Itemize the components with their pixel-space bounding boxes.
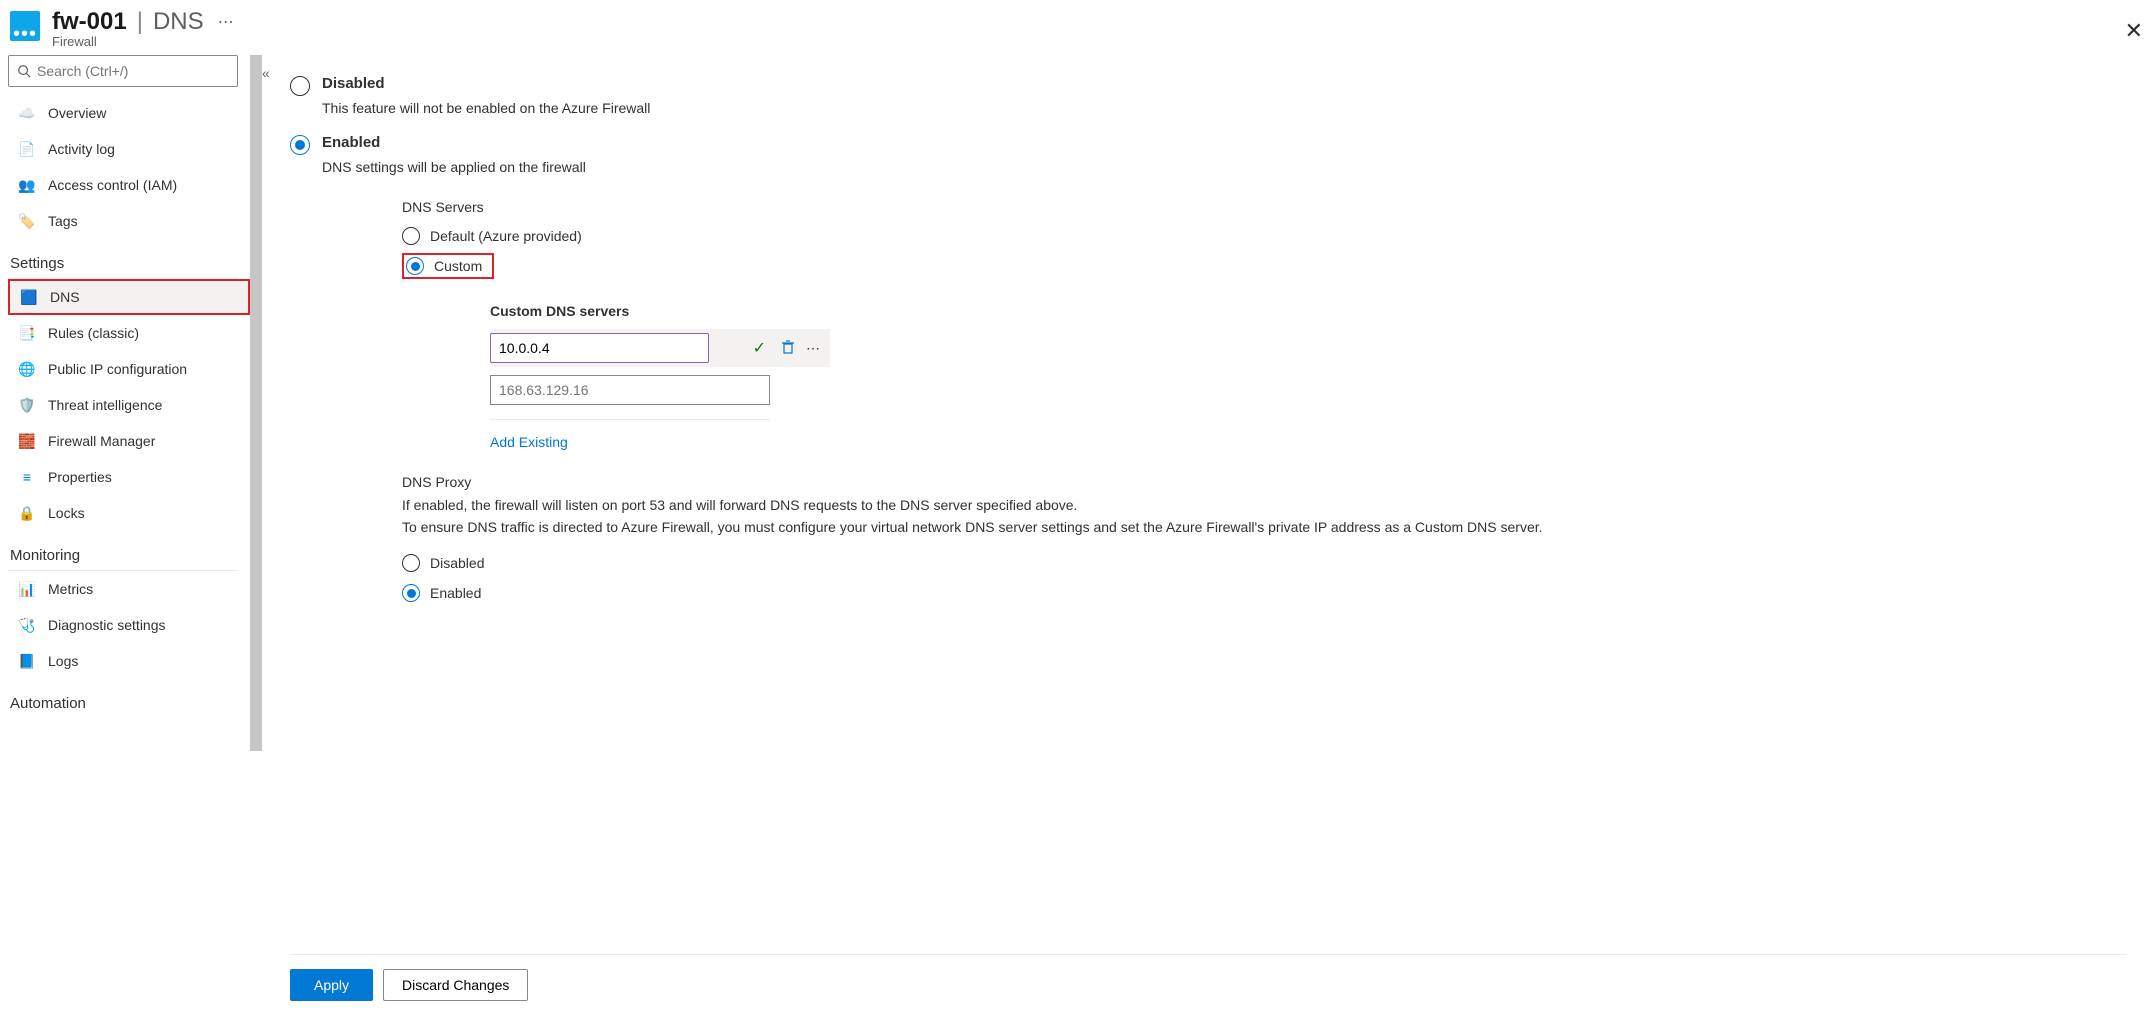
dns-servers-heading: DNS Servers [402, 199, 2127, 215]
dns-disabled-radio[interactable] [290, 76, 310, 96]
sidebar-item-publicip[interactable]: 🌐 Public IP configuration [8, 351, 250, 387]
checkmark-icon: ✓ [753, 338, 766, 358]
sidebar-item-fwmanager[interactable]: 🧱 Firewall Manager [8, 423, 250, 459]
sidebar-item-locks[interactable]: 🔒 Locks [8, 495, 250, 531]
sidebar-item-label: Public IP configuration [48, 361, 187, 377]
sidebar-item-tags[interactable]: 🏷️ Tags [8, 203, 250, 239]
sidebar-item-label: Threat intelligence [48, 397, 162, 413]
dns-proxy-disabled-label: Disabled [430, 555, 484, 571]
resource-type: Firewall [52, 34, 238, 49]
properties-icon: ≡ [18, 469, 36, 485]
diagnostic-icon: 🩺 [18, 617, 36, 634]
dns-enabled-label: Enabled [322, 134, 380, 151]
dns-server-input-1[interactable] [490, 333, 709, 363]
sidebar-item-label: Locks [48, 505, 85, 521]
sidebar-item-overview[interactable]: ☁️ Overview [8, 95, 250, 131]
sidebar-item-label: Rules (classic) [48, 325, 139, 341]
sidebar-scrollbar[interactable] [250, 55, 262, 1021]
rules-icon: 📑 [18, 325, 36, 342]
trash-icon[interactable] [780, 339, 796, 358]
shield-icon: 🛡️ [18, 397, 36, 414]
tag-icon: 🏷️ [18, 213, 36, 230]
activitylog-icon: 📄 [18, 141, 36, 158]
lock-icon: 🔒 [18, 505, 36, 522]
sidebar-item-properties[interactable]: ≡ Properties [8, 459, 250, 495]
sidebar-item-label: Diagnostic settings [48, 617, 166, 633]
sidebar-item-rules[interactable]: 📑 Rules (classic) [8, 315, 250, 351]
blade-title: DNS [153, 8, 204, 36]
sidebar-item-activity-log[interactable]: 📄 Activity log [8, 131, 250, 167]
sidebar-section-automation: Automation [8, 679, 238, 718]
dns-icon: 🟦 [20, 289, 38, 306]
search-input[interactable] [31, 62, 229, 80]
sidebar-section-monitoring: Monitoring [8, 531, 238, 571]
sidebar-item-label: Access control (IAM) [48, 177, 177, 193]
sidebar-item-label: Properties [48, 469, 112, 485]
sidebar-item-logs[interactable]: 📘 Logs [8, 643, 250, 679]
search-input-wrap[interactable] [8, 55, 238, 87]
dns-servers-custom-label: Custom [434, 258, 482, 274]
more-menu-icon[interactable]: ⋯ [214, 12, 238, 32]
more-icon[interactable]: ⋯ [804, 340, 822, 357]
search-icon [17, 64, 31, 78]
sidebar-item-dns[interactable]: 🟦 DNS [8, 279, 250, 315]
dns-proxy-heading: DNS Proxy [402, 474, 1802, 490]
sidebar-item-label: Tags [48, 213, 78, 229]
dns-disabled-label: Disabled [322, 75, 385, 92]
dns-proxy-enabled-radio[interactable] [402, 584, 420, 602]
sidebar-item-iam[interactable]: 👥 Access control (IAM) [8, 167, 250, 203]
close-icon[interactable]: ✕ [2125, 18, 2143, 44]
logs-icon: 📘 [18, 653, 36, 670]
dns-proxy-enabled-label: Enabled [430, 585, 481, 601]
title-separator: | [137, 8, 143, 36]
dns-proxy-desc-1: If enabled, the firewall will listen on … [402, 494, 1802, 516]
resource-icon: ••• [10, 11, 40, 41]
metrics-icon: 📊 [18, 581, 36, 598]
dns-disabled-desc: This feature will not be enabled on the … [322, 100, 2127, 116]
sidebar-item-label: Metrics [48, 581, 93, 597]
sidebar-item-label: Logs [48, 653, 78, 669]
sidebar-item-label: Activity log [48, 141, 115, 157]
sidebar-item-label: Overview [48, 105, 106, 121]
sidebar-item-threat[interactable]: 🛡️ Threat intelligence [8, 387, 250, 423]
dns-enabled-desc: DNS settings will be applied on the fire… [322, 159, 2127, 175]
dns-servers-default-label: Default (Azure provided) [430, 228, 582, 244]
sidebar-item-diagnostic[interactable]: 🩺 Diagnostic settings [8, 607, 250, 643]
sidebar-item-metrics[interactable]: 📊 Metrics [8, 571, 250, 607]
dns-proxy-disabled-radio[interactable] [402, 554, 420, 572]
dns-servers-default-radio[interactable] [402, 227, 420, 245]
divider [490, 419, 770, 420]
cloud-icon: ☁️ [18, 105, 36, 122]
sidebar-item-label: DNS [50, 289, 80, 305]
sidebar-item-label: Firewall Manager [48, 433, 155, 449]
ip-icon: 🌐 [18, 361, 36, 378]
dns-enabled-radio[interactable] [290, 135, 310, 155]
custom-dns-heading: Custom DNS servers [490, 303, 2127, 319]
resource-name: fw-001 [52, 8, 127, 36]
apply-button[interactable]: Apply [290, 969, 373, 1001]
discard-button[interactable]: Discard Changes [383, 969, 528, 1001]
firewall-icon: 🧱 [18, 433, 36, 450]
dns-proxy-desc-2: To ensure DNS traffic is directed to Azu… [402, 516, 1802, 538]
add-existing-link[interactable]: Add Existing [490, 434, 568, 450]
people-icon: 👥 [18, 177, 36, 194]
dns-server-input-2[interactable] [490, 375, 770, 405]
dns-servers-custom-radio[interactable] [406, 257, 424, 275]
sidebar-section-settings: Settings [8, 239, 238, 279]
